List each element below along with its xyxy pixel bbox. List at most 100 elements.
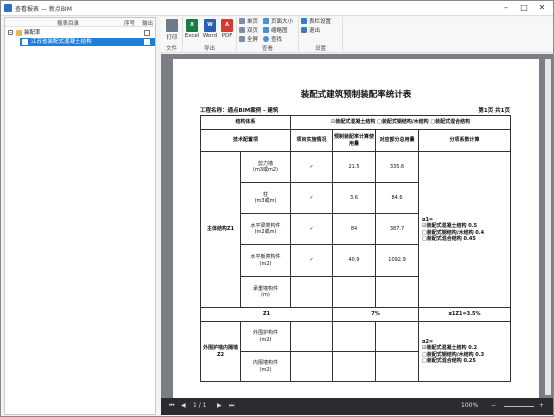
header-coef: 分项系数计算 bbox=[418, 129, 512, 152]
page-size-icon bbox=[263, 18, 269, 24]
prefab-cell bbox=[332, 351, 377, 382]
total-cell bbox=[375, 321, 420, 352]
search-icon bbox=[263, 36, 269, 42]
page-size-button[interactable]: 页面大小 bbox=[263, 18, 293, 26]
last-page-icon[interactable]: ⏭ bbox=[229, 402, 234, 410]
item-cell: 柱 (m3或m) bbox=[239, 182, 292, 214]
app-icon bbox=[4, 4, 12, 12]
item-cell: 水平板类构件 (m2) bbox=[239, 244, 292, 277]
subtotal-z1: Z1 bbox=[199, 307, 334, 322]
item-cell: 水平梁类构件 (m2或m) bbox=[239, 213, 292, 245]
collapse-icon[interactable]: − bbox=[8, 30, 13, 35]
table-settings-button[interactable]: 表栏设置 bbox=[301, 18, 331, 26]
excel-button[interactable]: X Excel bbox=[184, 19, 200, 44]
fullscreen-button[interactable]: 全屏 bbox=[239, 36, 258, 44]
header-catalog: 报表目录 bbox=[57, 21, 80, 27]
total-cell: 1092.9 bbox=[375, 244, 420, 277]
zoom-slider[interactable] bbox=[504, 406, 534, 407]
first-page-icon[interactable]: ⏮ bbox=[169, 402, 174, 410]
total-cell: 84.6 bbox=[375, 182, 420, 214]
header-total: 对应部分总用量 bbox=[375, 129, 420, 152]
single-page-button[interactable]: 单页 bbox=[239, 18, 258, 26]
group-view: 单页 双页 全屏 页面大小 缩略图 查找 查看 bbox=[237, 17, 299, 53]
report-viewer: 装配式建筑预制装配率统计表 工程名称：通点BIM案例 - 建筑 第1页 共1页 … bbox=[161, 54, 553, 399]
prefab-cell: 21.5 bbox=[332, 151, 377, 183]
minimize-button[interactable]: – bbox=[497, 2, 515, 14]
ribbon-toolbar: 打印 文件 X Excel W Word A PDF 导出 单页 双页 全屏 页… bbox=[161, 17, 553, 53]
check-cell bbox=[290, 276, 334, 308]
vertical-scrollbar[interactable] bbox=[545, 59, 551, 395]
output-checkbox[interactable] bbox=[144, 39, 150, 45]
item-cell: 外围护构件 (m2) bbox=[239, 321, 292, 352]
report-tree-pane: 报表目录 序号 输出 − 装配率 江苏省装配式混凝土结构 bbox=[4, 17, 156, 415]
window-title: 查看报表 — 新点BIM bbox=[15, 6, 72, 13]
project-name: 工程名称：通点BIM案例 - 建筑 bbox=[200, 108, 279, 114]
exit-button[interactable]: 退出 bbox=[301, 27, 320, 35]
tree-item-selected[interactable]: 江苏省装配式混凝土结构 bbox=[20, 38, 155, 46]
group-file: 打印 文件 bbox=[161, 17, 183, 53]
group-export: X Excel W Word A PDF 导出 bbox=[183, 17, 237, 53]
prefab-cell: 84 bbox=[332, 213, 377, 245]
group-settings: 表栏设置 退出 设置 bbox=[299, 17, 343, 53]
print-button[interactable]: 打印 bbox=[164, 19, 180, 44]
status-bar: ⏮ ◀ 1 / 1 ▶ ⏭ 100% − + bbox=[161, 398, 553, 415]
thumbnail-button[interactable]: 缩略图 bbox=[263, 27, 288, 35]
zoom-out-icon[interactable]: − bbox=[491, 402, 496, 409]
word-button[interactable]: W Word bbox=[202, 19, 218, 44]
folder-icon bbox=[16, 30, 22, 36]
fullscreen-icon bbox=[239, 36, 245, 42]
item-cell: 承重墙构件 (m) bbox=[239, 276, 292, 308]
subtotal-result: α1Z1=3.5% bbox=[418, 307, 512, 322]
report-title: 装配式建筑预制装配率统计表 bbox=[300, 90, 412, 100]
tree-item-label: 江苏省装配式混凝土结构 bbox=[31, 39, 92, 45]
app-window: 查看报表 — 新点BIM – □ ✕ 报表目录 序号 输出 − 装配率 江苏省装… bbox=[0, 0, 554, 417]
output-checkbox[interactable] bbox=[144, 30, 150, 36]
tree-root-label: 装配率 bbox=[24, 30, 41, 36]
header-impl: 项目实施情况 bbox=[290, 129, 334, 152]
zoom-level: 100% bbox=[461, 402, 479, 409]
item-cell: 剪力墙 (m3或m2) bbox=[239, 151, 292, 183]
report-icon bbox=[22, 39, 28, 45]
struct-label: 结构体系 bbox=[199, 115, 292, 130]
alpha1-cell: α1= ☑装配式混凝土结构 0.5 □装配式钢结构/木结构 0.4 □装配式混合… bbox=[418, 151, 512, 308]
exit-icon bbox=[301, 27, 307, 33]
pdf-button[interactable]: A PDF bbox=[219, 19, 235, 44]
item-cell: 内隔墙构件 (m2) bbox=[239, 351, 292, 382]
check-cell: ✓ bbox=[290, 182, 334, 214]
alpha2-cell: α2= ☑装配式混凝土结构 0.2 □装配式钢结构/木结构 0.3 □装配式混合… bbox=[418, 321, 512, 382]
double-page-icon bbox=[239, 27, 245, 33]
check-cell: ✓ bbox=[290, 151, 334, 183]
main-structure-label: 主体结构Z1 bbox=[200, 151, 241, 308]
page-indicator: 1 / 1 bbox=[193, 402, 207, 409]
next-page-icon[interactable]: ▶ bbox=[217, 402, 222, 409]
double-page-button[interactable]: 双页 bbox=[239, 27, 258, 35]
tree-root[interactable]: − 装配率 bbox=[5, 29, 155, 37]
word-icon: W bbox=[204, 19, 216, 32]
single-page-icon bbox=[239, 18, 245, 24]
check-cell bbox=[290, 321, 334, 352]
prev-page-icon[interactable]: ◀ bbox=[181, 402, 186, 409]
prefab-cell bbox=[332, 321, 377, 352]
check-cell bbox=[290, 351, 334, 382]
close-button[interactable]: ✕ bbox=[533, 2, 551, 14]
maximize-button[interactable]: □ bbox=[515, 2, 533, 14]
pdf-icon: A bbox=[221, 19, 233, 32]
thumbnail-icon bbox=[263, 27, 269, 33]
total-cell: 335.6 bbox=[375, 151, 420, 183]
tree-header: 报表目录 序号 输出 bbox=[5, 18, 155, 27]
check-cell: ✓ bbox=[290, 213, 334, 245]
prefab-cell: 40.9 bbox=[332, 244, 377, 277]
header-prefab: 预制装配率计算使用量 bbox=[332, 129, 377, 152]
report-page: 装配式建筑预制装配率统计表 工程名称：通点BIM案例 - 建筑 第1页 共1页 … bbox=[173, 59, 539, 399]
header-order: 序号 bbox=[124, 21, 136, 27]
excel-icon: X bbox=[186, 19, 198, 32]
report-table: 结构体系 ☑装配式混凝土结构 □装配式钢结构/木结构 □装配式混合结构 技术配置… bbox=[199, 115, 512, 382]
envelope-label: 外围护墙内隔墙Z2 bbox=[200, 321, 241, 382]
subtotal-pct: 7% bbox=[332, 307, 420, 322]
page-info: 第1页 共1页 bbox=[478, 108, 510, 114]
zoom-in-icon[interactable]: + bbox=[539, 402, 544, 409]
printer-icon bbox=[166, 19, 178, 32]
find-button[interactable]: 查找 bbox=[263, 36, 282, 44]
header-tech: 技术配置项 bbox=[199, 129, 292, 152]
total-cell bbox=[375, 351, 420, 382]
